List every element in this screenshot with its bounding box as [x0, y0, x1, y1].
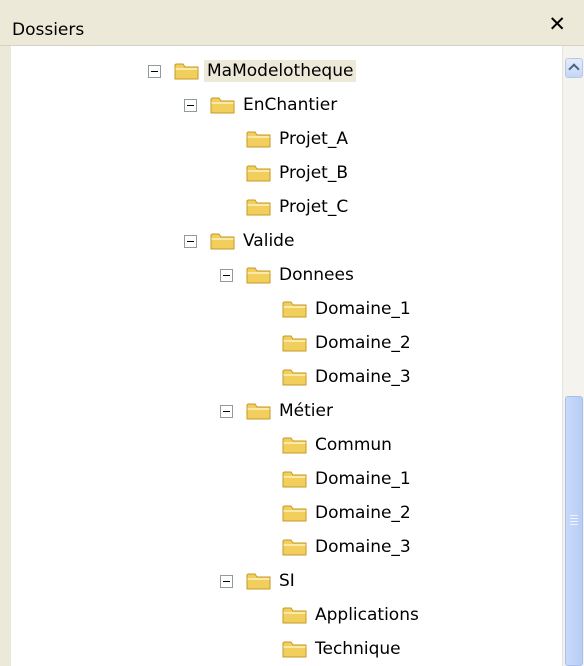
folder-icon [246, 401, 272, 421]
panel-title: Dossiers [12, 20, 85, 40]
tree-node-label: Domaine_1 [315, 469, 411, 489]
tree-node-label: Domaine_2 [315, 333, 411, 353]
tree-node[interactable]: SI [12, 564, 562, 598]
tree-node-label: Domaine_3 [315, 367, 411, 387]
collapse-toggle-icon[interactable] [220, 269, 233, 282]
tree-node-label: EnChantier [243, 95, 338, 115]
folder-icon [282, 537, 308, 557]
folder-tree: MaModelotheque EnChantier Projet_A Projet_B… [12, 46, 562, 666]
tree-node-label: Domaine_2 [315, 503, 411, 523]
folder-icon [282, 367, 308, 387]
scroll-up-button[interactable] [565, 58, 583, 78]
tree-node[interactable]: Projet_B [12, 156, 562, 190]
tree-node-label: Valide [243, 231, 295, 251]
tree-node-label: Donnees [279, 265, 354, 285]
folder-icon [282, 503, 308, 523]
tree-node-label: Technique [315, 639, 401, 659]
folder-icon [246, 197, 272, 217]
tree-node-label: Domaine_3 [315, 537, 411, 557]
folder-icon [246, 265, 272, 285]
tree-node[interactable]: MaModelotheque [12, 54, 562, 88]
tree-node[interactable]: Domaine_1 [12, 292, 562, 326]
tree-node[interactable]: Domaine_1 [12, 462, 562, 496]
folders-panel: Dossiers ✕ MaModelotheque EnChantier Proje… [0, 0, 584, 666]
folder-icon [282, 299, 308, 319]
panel-left-edge [0, 46, 12, 666]
folder-icon [282, 435, 308, 455]
tree-node[interactable]: Commun [12, 428, 562, 462]
collapse-toggle-icon[interactable] [220, 405, 233, 418]
tree-node-label: MaModelotheque [204, 60, 357, 82]
collapse-toggle-icon[interactable] [220, 575, 233, 588]
tree-node-label: Projet_B [279, 163, 348, 183]
tree-node[interactable]: Domaine_2 [12, 326, 562, 360]
tree-node-label: Projet_C [279, 197, 349, 217]
scroll-grip-icon [570, 515, 578, 527]
tree-node-label: SI [279, 571, 295, 591]
tree-node-label: Applications [315, 605, 419, 625]
scroll-thumb[interactable] [565, 396, 583, 666]
tree-node[interactable]: Technique [12, 632, 562, 666]
tree-node[interactable]: Domaine_3 [12, 530, 562, 564]
vertical-scrollbar[interactable] [562, 46, 584, 666]
tree-node-label: Métier [279, 401, 333, 421]
tree-node-label: Commun [315, 435, 392, 455]
folder-icon [246, 163, 272, 183]
panel-header: Dossiers ✕ [0, 0, 584, 46]
tree-node[interactable]: Valide [12, 224, 562, 258]
close-button[interactable]: ✕ [548, 12, 566, 36]
collapse-toggle-icon[interactable] [184, 235, 197, 248]
collapse-toggle-icon[interactable] [184, 99, 197, 112]
folder-icon [210, 95, 236, 115]
folder-icon [282, 639, 308, 659]
collapse-toggle-icon[interactable] [148, 65, 161, 78]
tree-node[interactable]: Domaine_2 [12, 496, 562, 530]
tree-node[interactable]: Domaine_3 [12, 360, 562, 394]
tree-node-label: Projet_A [279, 129, 348, 149]
folder-icon [246, 571, 272, 591]
tree-node[interactable]: Métier [12, 394, 562, 428]
folder-icon [174, 61, 200, 81]
folder-icon [246, 129, 272, 149]
tree-node[interactable]: Projet_A [12, 122, 562, 156]
tree-node[interactable]: EnChantier [12, 88, 562, 122]
tree-node[interactable]: Applications [12, 598, 562, 632]
folder-icon [282, 333, 308, 353]
tree-node[interactable]: Donnees [12, 258, 562, 292]
folder-icon [282, 469, 308, 489]
folder-icon [282, 605, 308, 625]
folder-icon [210, 231, 236, 251]
tree-node[interactable]: Projet_C [12, 190, 562, 224]
tree-node-label: Domaine_1 [315, 299, 411, 319]
